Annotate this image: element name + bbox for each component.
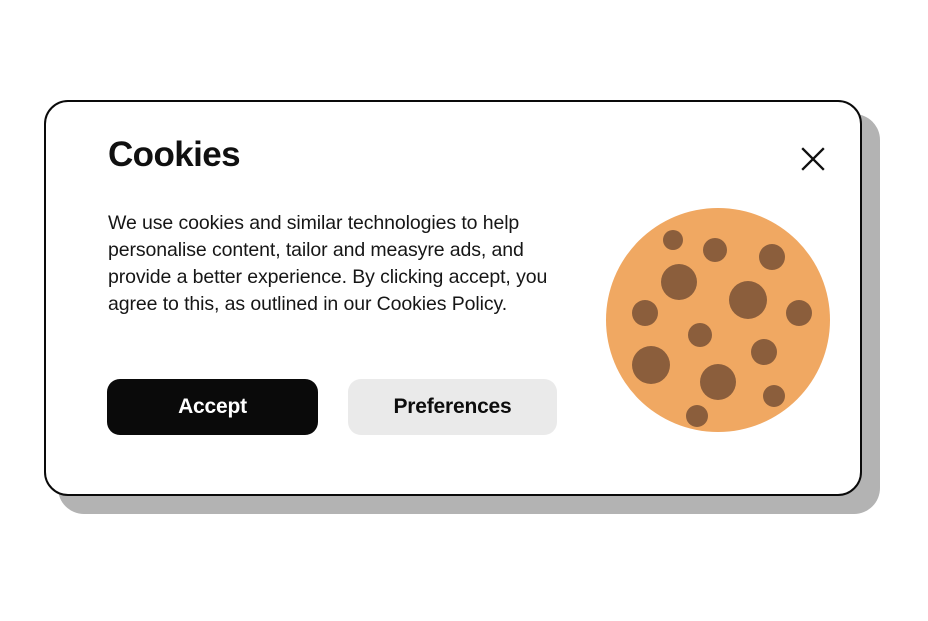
cookie-chip	[751, 339, 777, 365]
cookie-chip	[729, 281, 767, 319]
cookie-chip	[700, 364, 736, 400]
cookie-chip	[663, 230, 683, 250]
close-icon	[800, 146, 826, 172]
cookie-chip	[632, 346, 670, 384]
cookie-chip	[759, 244, 785, 270]
page-root: Cookies We use cookies and similar techn…	[0, 0, 928, 621]
cookie-chip	[686, 405, 708, 427]
page-title: Cookies	[108, 135, 241, 174]
cookie-consent-dialog: Cookies We use cookies and similar techn…	[44, 100, 862, 496]
cookie-chip	[786, 300, 812, 326]
cookie-chip	[703, 238, 727, 262]
cookie-chip	[763, 385, 785, 407]
close-button[interactable]	[796, 142, 830, 176]
cookie-chip	[632, 300, 658, 326]
cookie-chip	[661, 264, 697, 300]
cookie-chip	[688, 323, 712, 347]
cookie-illustration	[598, 200, 838, 440]
consent-description: We use cookies and similar technologies …	[108, 212, 548, 315]
preferences-button[interactable]: Preferences	[348, 379, 557, 435]
accept-button[interactable]: Accept	[107, 379, 318, 435]
dialog-actions: Accept Preferences	[107, 379, 557, 435]
